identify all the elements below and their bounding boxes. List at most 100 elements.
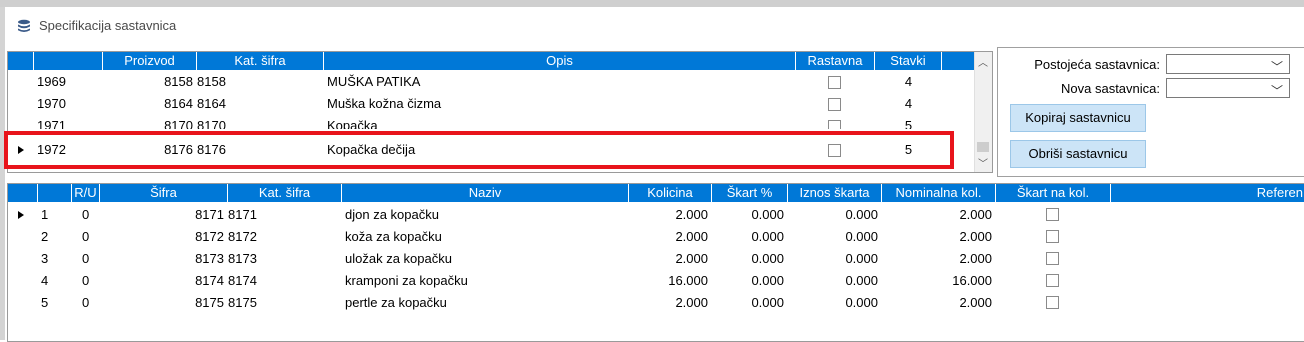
row-kolicina: 16.000 [668, 273, 708, 288]
row-naziv: koža za kopačku [345, 229, 442, 244]
component-row[interactable]: 2 0 8172 8172 koža za kopačku 2.000 0.000 0.000… [8, 226, 1304, 248]
row-kat-sifra: 8171 [228, 207, 257, 222]
components-grid[interactable]: R/U Šifra Kat. šifra Naziv Kolicina Škar… [7, 183, 1304, 342]
existing-bom-label: Postojeća sastavnica: [1034, 57, 1160, 72]
header-referenca[interactable]: Referen [1111, 184, 1304, 202]
skart-na-kol-checkbox[interactable] [1046, 296, 1059, 309]
row-nominalna: 16.000 [952, 273, 992, 288]
row-naziv: pertle za kopačku [345, 295, 447, 310]
header-iznos-skarta[interactable]: Iznos škarta [788, 184, 882, 202]
header-naziv[interactable]: Naziv [342, 184, 629, 202]
row-kat-sifra: 8173 [228, 251, 257, 266]
row-skart-pct: 0.000 [751, 251, 784, 266]
row-skart-pct: 0.000 [751, 295, 784, 310]
existing-bom-select[interactable]: ﹀ [1166, 54, 1290, 74]
row-kat-sifra: 8172 [228, 229, 257, 244]
row-iznos-skarta: 0.000 [845, 295, 878, 310]
components-grid-header: R/U Šifra Kat. šifra Naziv Kolicina Škar… [8, 184, 1304, 202]
header-opis[interactable]: Opis [324, 52, 796, 70]
header-indicator [8, 52, 34, 70]
title-bar: Specifikacija sastavnica [7, 7, 1304, 43]
row-id: 1970 [37, 96, 66, 111]
scroll-up-icon[interactable]: ︿ [978, 54, 988, 69]
header-kat-sifra[interactable]: Kat. šifra [197, 52, 324, 70]
row-sifra: 8171 [195, 207, 224, 222]
product-grid-header: Proizvod Kat. šifra Opis Rastavna Stavki [8, 52, 974, 70]
row-kat-sifra: 8158 [197, 74, 226, 89]
component-row[interactable]: 4 0 8174 8174 kramponi za kopačku 16.000 0.000… [8, 270, 1304, 292]
product-grid-scrollbar[interactable]: ︿ ﹀ [974, 52, 992, 172]
header-kolicina[interactable]: Kolicina [629, 184, 712, 202]
scroll-thumb[interactable] [977, 142, 989, 152]
component-row[interactable]: 5 0 8175 8175 pertle za kopačku 2.000 0.000 0.0… [8, 292, 1304, 314]
selection-highlight-box [4, 131, 954, 169]
row-iznos-skarta: 0.000 [845, 229, 878, 244]
row-nominalna: 2.000 [959, 295, 992, 310]
header-rastavna[interactable]: Rastavna [796, 52, 875, 70]
delete-bom-button[interactable]: Obriši sastavnicu [1010, 140, 1146, 168]
row-kolicina: 2.000 [675, 251, 708, 266]
row-id: 1971 [37, 118, 66, 129]
row-nominalna: 2.000 [959, 229, 992, 244]
rastavna-checkbox[interactable] [828, 98, 841, 111]
row-kat-sifra: 8174 [228, 273, 257, 288]
row-proizvod: 8164 [164, 96, 193, 111]
row-number: 5 [41, 295, 49, 310]
product-row[interactable]: 1971 8170 8170 Kopačka 5 [8, 115, 942, 129]
row-ru: 0 [82, 207, 90, 222]
window-title: Specifikacija sastavnica [39, 18, 177, 33]
row-sifra: 8172 [195, 229, 224, 244]
row-number: 1 [41, 207, 49, 222]
header-ru[interactable]: R/U [72, 184, 100, 202]
component-row[interactable]: 3 0 8173 8173 uložak za kopačku 2.000 0.000 0.0… [8, 248, 1304, 270]
row-id: 1969 [37, 74, 66, 89]
row-proizvod: 8158 [164, 74, 193, 89]
header-nominalna[interactable]: Nominalna kol. [882, 184, 996, 202]
product-row[interactable]: 1970 8164 8164 Muška kožna čizma 4 [8, 93, 942, 115]
row-number: 2 [41, 229, 49, 244]
row-kolicina: 2.000 [675, 229, 708, 244]
header-stavki[interactable]: Stavki [875, 52, 942, 70]
row-skart-pct: 0.000 [751, 273, 784, 288]
chevron-down-icon[interactable]: ﹀ [1271, 58, 1283, 75]
row-stavki: 4 [904, 96, 913, 111]
header-proizvod[interactable]: Proizvod [103, 52, 197, 70]
header-skart-na-kol[interactable]: Škart na kol. [996, 184, 1111, 202]
row-proizvod: 8170 [164, 118, 193, 129]
row-kolicina: 2.000 [675, 207, 708, 222]
new-bom-select[interactable]: ﹀ [1166, 78, 1290, 98]
row-ru: 0 [82, 273, 90, 288]
skart-na-kol-checkbox[interactable] [1046, 252, 1059, 265]
row-number: 3 [41, 251, 49, 266]
header-id[interactable] [34, 52, 103, 70]
current-row-arrow-icon [18, 211, 24, 219]
chevron-down-icon[interactable]: ﹀ [1271, 82, 1283, 99]
product-row[interactable]: 1969 8158 8158 MUŠKA PATIKA 4 [8, 71, 942, 93]
component-row[interactable]: 1 0 8171 8171 djon za kopačku 2.000 0.000 0.000… [8, 204, 1304, 226]
rastavna-checkbox[interactable] [828, 120, 841, 129]
skart-na-kol-checkbox[interactable] [1046, 208, 1059, 221]
row-ru: 0 [82, 295, 90, 310]
skart-na-kol-checkbox[interactable] [1046, 230, 1059, 243]
row-sifra: 8173 [195, 251, 224, 266]
scroll-down-icon[interactable]: ﹀ [978, 155, 988, 170]
row-sifra: 8174 [195, 273, 224, 288]
window-left-border [0, 7, 5, 340]
row-kat-sifra: 8175 [228, 295, 257, 310]
copy-bom-button[interactable]: Kopiraj sastavnicu [1010, 104, 1146, 132]
row-naziv: uložak za kopačku [345, 251, 452, 266]
rastavna-checkbox[interactable] [828, 76, 841, 89]
row-iznos-skarta: 0.000 [845, 207, 878, 222]
row-kat-sifra: 8170 [197, 118, 226, 129]
row-iznos-skarta: 0.000 [845, 273, 878, 288]
header-kat-sifra[interactable]: Kat. šifra [228, 184, 342, 202]
copy-panel: Postojeća sastavnica: ﹀ Nova sastavnica:… [997, 47, 1304, 177]
row-opis: Muška kožna čizma [327, 96, 442, 111]
header-rownum[interactable] [38, 184, 72, 202]
header-indicator [8, 184, 38, 202]
skart-na-kol-checkbox[interactable] [1046, 274, 1059, 287]
row-skart-pct: 0.000 [751, 229, 784, 244]
row-ru: 0 [82, 229, 90, 244]
header-skart-pct[interactable]: Škart % [712, 184, 788, 202]
header-sifra[interactable]: Šifra [100, 184, 228, 202]
